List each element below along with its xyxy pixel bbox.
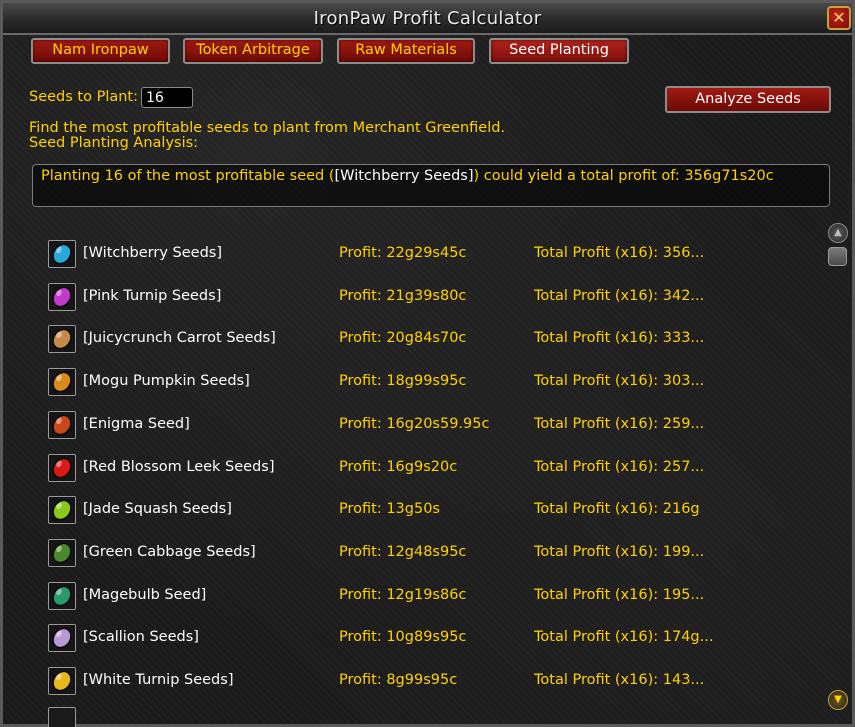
red-blossom-leek-seeds-icon[interactable] [48, 454, 76, 482]
seed-name[interactable]: [Mogu Pumpkin Seeds] [83, 373, 250, 389]
chevron-down-icon: ▼ [834, 694, 842, 705]
seed-row[interactable]: [Green Cabbage Seeds] Profit: 12g48s95c To… [3, 539, 823, 575]
seed-row[interactable]: [Pink Turnip Seeds] Profit: 21g39s80c Tota… [3, 283, 823, 319]
scroll-up-button[interactable]: ▲ [828, 223, 848, 243]
seed-name[interactable]: [Jade Squash Seeds] [83, 501, 232, 517]
seed-profit: Profit: 16g20s59.95c [339, 416, 490, 432]
seed-total-profit: Total Profit (x16): 259... [534, 416, 705, 432]
summary-suffix: ) could yield a total profit of: 356g71s… [473, 168, 774, 184]
seed-name[interactable]: [Red Blossom Leek Seeds] [83, 459, 275, 475]
seed-name[interactable]: [Juicycrunch Carrot Seeds] [83, 330, 276, 346]
seed-name[interactable]: [Green Cabbage Seeds] [83, 544, 256, 560]
seed-profit: Profit: 18g99s95c [339, 373, 467, 389]
seed-row[interactable]: [Mogu Pumpkin Seeds] Profit: 18g99s95c Tot… [3, 368, 823, 404]
summary-item-link[interactable]: [Witchberry Seeds] [335, 168, 474, 184]
enigma-seed-icon[interactable] [48, 411, 76, 439]
green-cabbage-seeds-icon[interactable] [48, 539, 76, 567]
seed-name[interactable]: [Enigma Seed] [83, 416, 190, 432]
mogu-pumpkin-seeds-icon[interactable] [48, 368, 76, 396]
seed-name[interactable]: [Scallion Seeds] [83, 629, 199, 645]
seeds-to-plant-input[interactable] [141, 87, 193, 108]
seed-name[interactable]: [Magebulb Seed] [83, 587, 206, 603]
scallion-seeds-icon[interactable] [48, 624, 76, 652]
tab-nam-ironpaw[interactable]: Nam Ironpaw [31, 38, 170, 64]
summary-text: Planting 16 of the most profitable seed … [41, 168, 774, 184]
magebulb-seed-icon[interactable] [48, 582, 76, 610]
seed-row[interactable]: [Juicycrunch Carrot Seeds] Profit: 20g84s… [3, 325, 823, 361]
analyze-seeds-button[interactable]: Analyze Seeds [665, 86, 831, 113]
seed-profit: Profit: 12g48s95c [339, 544, 467, 560]
seeds-to-plant-label: Seeds to Plant: [29, 89, 138, 105]
seed-total-profit: Total Profit (x16): 199... [534, 544, 705, 560]
close-icon: ✕ [832, 8, 846, 27]
seed-row[interactable]: [Enigma Seed] Profit: 16g20s59.95c Total P… [3, 411, 823, 447]
seed-total-profit: Total Profit (x16): 195... [534, 587, 705, 603]
seed-profit: Profit: 8g99s95c [339, 672, 458, 688]
analysis-heading: Seed Planting Analysis: [29, 135, 199, 151]
seed-profit: Profit: 10g89s95c [339, 629, 467, 645]
summary-box: Planting 16 of the most profitable seed … [32, 164, 830, 207]
seed-name[interactable]: [Pink Turnip Seeds] [83, 288, 221, 304]
seed-profit: Profit: 13g50s [339, 501, 440, 517]
seed-total-profit: Total Profit (x16): 356... [534, 245, 705, 261]
seed-profit: Profit: 16g9s20c [339, 459, 458, 475]
seed-profit: Profit: 22g29s45c [339, 245, 467, 261]
seed-row[interactable]: [Jade Squash Seeds] Profit: 13g50s Total P… [3, 496, 823, 532]
seed-row[interactable]: [White Turnip Seeds] Profit: 8g99s95c Tota… [3, 667, 823, 703]
seed-profit: Profit: 12g19s86c [339, 587, 467, 603]
seed-row[interactable]: [Scallion Seeds] Profit: 10g89s95c Total P… [3, 624, 823, 660]
seed-total-profit: Total Profit (x16): 143... [534, 672, 705, 688]
seed-total-profit: Total Profit (x16): 216g [534, 501, 700, 517]
tab-seed-planting[interactable]: Seed Planting [489, 38, 629, 64]
close-button[interactable]: ✕ [827, 6, 851, 30]
seed-row[interactable]: [Magebulb Seed] Profit: 12g19s86c Total Pr… [3, 582, 823, 618]
tab-token-arbitrage[interactable]: Token Arbitrage [183, 38, 323, 64]
tab-raw-materials[interactable]: Raw Materials [337, 38, 475, 64]
summary-prefix: Planting 16 of the most profitable seed … [41, 168, 335, 184]
seed-total-profit: Total Profit (x16): 303... [534, 373, 705, 389]
calculator-window: IronPaw Profit Calculator ✕ Nam Ironpaw … [0, 0, 855, 727]
seed-total-profit: Total Profit (x16): 333... [534, 330, 705, 346]
seed-name[interactable]: [Witchberry Seeds] [83, 245, 222, 261]
seed-row[interactable]: [Red Blossom Leek Seeds] Profit: 16g9s20c… [3, 454, 823, 490]
scrollbar-thumb[interactable] [828, 247, 847, 266]
partial-seed-icon [48, 707, 76, 727]
seed-total-profit: Total Profit (x16): 257... [534, 459, 705, 475]
witchberry-seeds-icon[interactable] [48, 240, 76, 268]
seed-total-profit: Total Profit (x16): 342... [534, 288, 705, 304]
window-title: IronPaw Profit Calculator [313, 8, 542, 29]
white-turnip-seeds-icon[interactable] [48, 667, 76, 695]
pink-turnip-seeds-icon[interactable] [48, 283, 76, 311]
scroll-down-button[interactable]: ▼ [828, 690, 848, 710]
chevron-up-icon: ▲ [834, 227, 842, 238]
description-text: Find the most profitable seeds to plant … [29, 120, 506, 136]
title-bar[interactable]: IronPaw Profit Calculator [3, 3, 852, 35]
seed-total-profit: Total Profit (x16): 174g... [534, 629, 714, 645]
juicycrunch-carrot-seeds-icon[interactable] [48, 325, 76, 353]
seed-row[interactable]: [Witchberry Seeds] Profit: 22g29s45c Total… [3, 240, 823, 276]
jade-squash-seeds-icon[interactable] [48, 496, 76, 524]
seed-profit: Profit: 20g84s70c [339, 330, 467, 346]
seed-profit: Profit: 21g39s80c [339, 288, 467, 304]
seed-name[interactable]: [White Turnip Seeds] [83, 672, 233, 688]
